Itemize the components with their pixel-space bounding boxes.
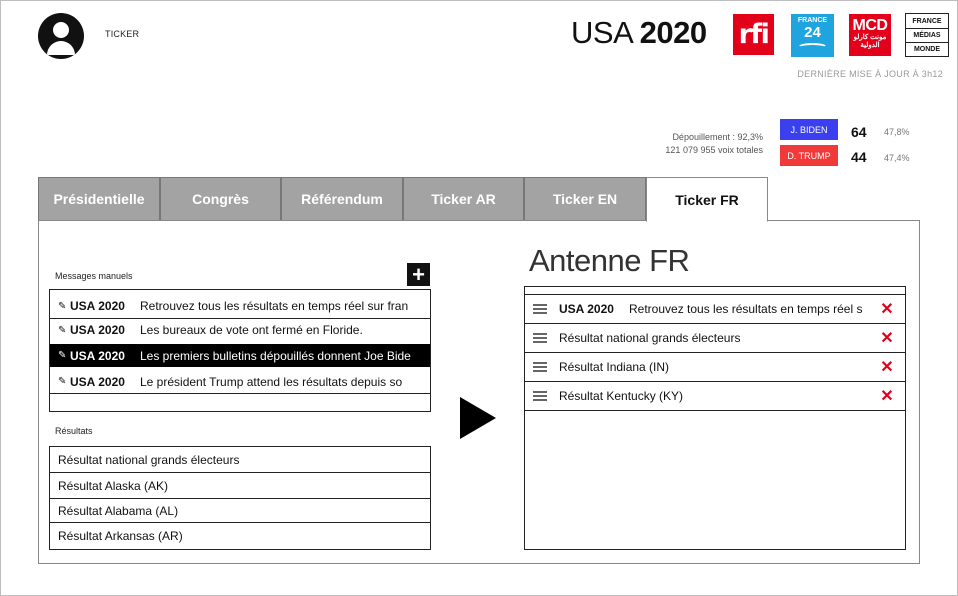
counting-percent: Dépouillement : 92,3% — [672, 132, 763, 142]
biden-badge: J. BIDEN — [780, 119, 838, 140]
results-list: Résultat national grands électeurs Résul… — [49, 446, 431, 550]
list-item[interactable]: Résultat Arkansas (AR) — [50, 523, 430, 549]
list-item[interactable]: Résultat Indiana (IN) ✕ — [525, 353, 905, 382]
trump-badge: D. TRUMP — [780, 145, 838, 166]
list-item[interactable]: Résultat Alaska (AK) — [50, 473, 430, 499]
counting-stats: Dépouillement : 92,3% 121 079 955 voix t… — [601, 131, 763, 157]
trump-percent: 47,4% — [884, 153, 910, 163]
list-item[interactable]: ✎ USA 2020 Les bureaux de vote ont fermé… — [50, 320, 430, 340]
last-update: DERNIÈRE MISE À JOUR À 3h12 — [797, 69, 943, 79]
manual-messages-list: ✎ USA 2020 Retrouvez tous les résultats … — [49, 289, 431, 412]
antenne-list: USA 2020 Retrouvez tous les résultats en… — [524, 286, 906, 550]
drag-handle-icon[interactable] — [533, 304, 547, 314]
tab-ticker-fr[interactable]: Ticker FR — [646, 177, 768, 222]
delete-icon[interactable]: ✕ — [875, 299, 899, 319]
pencil-icon[interactable]: ✎ — [58, 301, 70, 312]
fmm-logo: FRANCE MÉDIAS MONDE — [905, 13, 949, 57]
antenne-title: Antenne FR — [529, 243, 690, 278]
plus-icon: + — [412, 261, 425, 287]
biden-electors: 64 — [851, 124, 867, 140]
tab-ticker-ar[interactable]: Ticker AR — [403, 177, 524, 221]
tab-congres[interactable]: Congrès — [160, 177, 281, 221]
drag-handle-icon[interactable] — [533, 333, 547, 343]
delete-icon[interactable]: ✕ — [875, 386, 899, 406]
send-to-antenna-arrow-icon[interactable] — [460, 397, 496, 439]
delete-icon[interactable]: ✕ — [875, 328, 899, 348]
tab-bar: Présidentielle Congrès Référendum Ticker… — [38, 177, 768, 222]
france24-logo: FRANCE 24 — [791, 14, 834, 57]
app-label: TICKER — [105, 29, 140, 39]
page-title: USA 2020 — [571, 15, 707, 51]
list-item-selected[interactable]: ✎ USA 2020 Les premiers bulletins dépoui… — [50, 344, 430, 367]
list-item[interactable]: ✎ USA 2020 Retrouvez tous les résultats … — [50, 294, 430, 318]
list-item[interactable]: Résultat Alabama (AL) — [50, 499, 430, 523]
list-item[interactable]: Résultat national grands électeurs — [50, 447, 430, 473]
list-item[interactable]: Résultat Kentucky (KY) ✕ — [525, 382, 905, 411]
mcd-logo: MCD مونت كارلو الدولية — [849, 14, 891, 56]
results-label: Résultats — [55, 426, 93, 436]
drag-handle-icon[interactable] — [533, 391, 547, 401]
biden-percent: 47,8% — [884, 127, 910, 137]
drag-handle-icon[interactable] — [533, 362, 547, 372]
pencil-icon[interactable]: ✎ — [58, 325, 70, 336]
tab-referendum[interactable]: Référendum — [281, 177, 403, 221]
list-item[interactable]: ✎ USA 2020 Le président Trump attend les… — [50, 370, 430, 394]
trump-electors: 44 — [851, 149, 867, 165]
pencil-icon[interactable]: ✎ — [58, 350, 70, 361]
title-bold: 2020 — [639, 15, 707, 50]
list-item[interactable]: Résultat national grands électeurs ✕ — [525, 324, 905, 353]
tab-ticker-en[interactable]: Ticker EN — [524, 177, 646, 221]
user-avatar-icon[interactable] — [38, 13, 84, 59]
list-item[interactable]: USA 2020 Retrouvez tous les résultats en… — [525, 295, 905, 324]
rfi-logo: rfi — [733, 14, 774, 55]
total-votes: 121 079 955 voix totales — [665, 145, 763, 155]
delete-icon[interactable]: ✕ — [875, 357, 899, 377]
manual-messages-label: Messages manuels — [55, 271, 133, 281]
add-message-button[interactable]: + — [407, 263, 430, 286]
tab-presidentielle[interactable]: Présidentielle — [38, 177, 160, 221]
pencil-icon[interactable]: ✎ — [58, 376, 70, 387]
title-light: USA — [571, 15, 640, 50]
